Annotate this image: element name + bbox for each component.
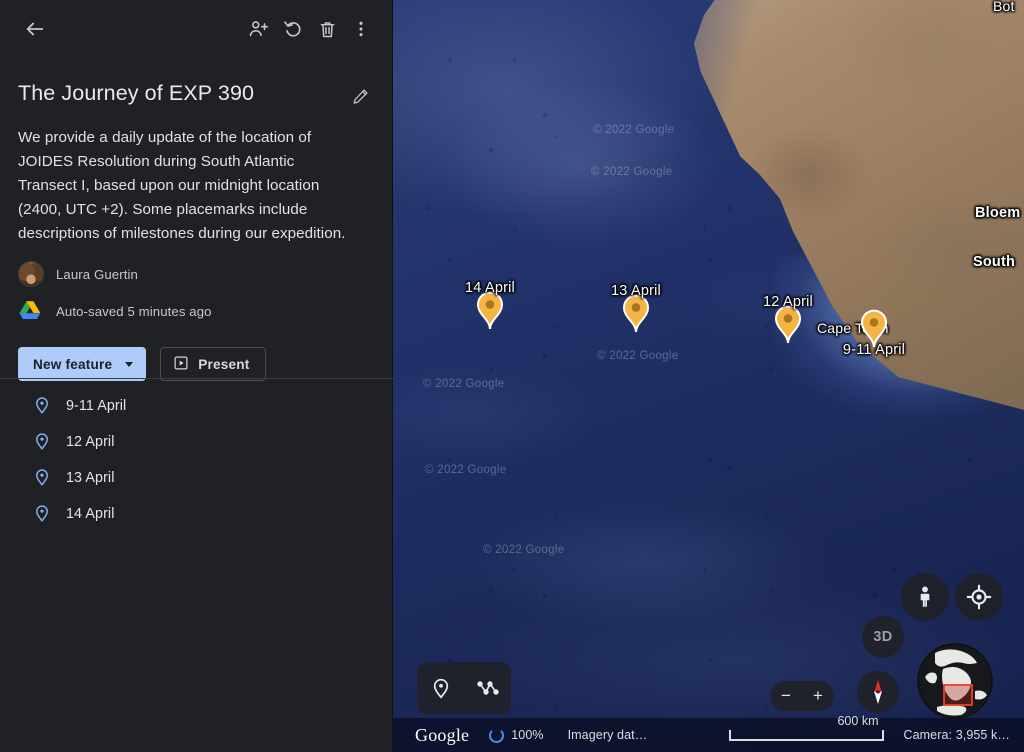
map-pin-icon	[32, 467, 54, 489]
author-row: Laura Guertin	[0, 260, 392, 288]
list-item-label: 12 April	[66, 434, 115, 450]
imagery-date-label[interactable]: Imagery dat…	[568, 728, 648, 742]
placemark-9-11-april[interactable]: 9-11 April	[843, 308, 905, 358]
avatar	[18, 261, 44, 287]
pegman-icon[interactable]	[901, 573, 949, 621]
logo-letter: g	[446, 724, 456, 745]
loading-spinner-icon	[489, 727, 505, 743]
compass-icon[interactable]	[857, 671, 899, 713]
add-placemark-icon[interactable]	[423, 670, 459, 706]
placemark-pin-icon[interactable]	[621, 293, 651, 333]
placemark-12-april[interactable]: 12 April	[763, 294, 813, 344]
scale-indicator: 600 km	[729, 714, 893, 741]
list-item[interactable]: 14 April	[0, 496, 393, 532]
logo-letter: o	[437, 724, 447, 745]
panel-divider	[0, 378, 393, 379]
placemark-label: 9-11 April	[842, 342, 906, 358]
placemark-pin-icon[interactable]	[475, 290, 505, 330]
map-draw-tools	[417, 662, 511, 714]
logo-letter: G	[415, 724, 429, 745]
zoom-in-button[interactable]: +	[804, 681, 832, 711]
view-3d-button[interactable]: 3D	[862, 616, 904, 658]
map-pin-icon	[32, 503, 54, 525]
camera-altitude-label: Camera: 3,955 k…	[903, 728, 1010, 742]
placemark-label: 12 April	[763, 294, 813, 310]
present-label: Present	[198, 356, 250, 372]
panel-toolbar	[0, 0, 392, 58]
draw-line-icon[interactable]	[470, 670, 506, 706]
new-feature-button[interactable]: New feature	[18, 347, 147, 381]
placemark-pin-icon[interactable]	[773, 304, 803, 344]
map-pin-icon	[32, 431, 54, 453]
map-pin-icon	[32, 395, 54, 417]
present-button[interactable]: Present	[160, 347, 266, 381]
list-item[interactable]: 13 April	[0, 460, 393, 496]
scale-bar: 600 km	[729, 714, 885, 741]
pencil-icon[interactable]	[346, 82, 374, 110]
list-item[interactable]: 9-11 April	[0, 388, 393, 424]
globe-minimap[interactable]	[917, 643, 993, 719]
placemark-14-april[interactable]: 14 April	[465, 280, 515, 330]
panel-actions: New feature Present	[0, 347, 392, 381]
trash-icon[interactable]	[310, 12, 344, 46]
google-logo: G o o g l e	[415, 725, 469, 746]
project-description: We provide a daily update of the locatio…	[18, 129, 346, 242]
zoom-controls: − +	[770, 681, 834, 711]
list-item-label: 9-11 April	[66, 398, 127, 414]
person-add-icon[interactable]	[242, 12, 276, 46]
placemark-13-april[interactable]: 13 April	[611, 283, 661, 333]
chevron-down-icon	[125, 361, 134, 367]
google-drive-icon	[18, 298, 44, 324]
list-item-label: 14 April	[66, 506, 115, 522]
undo-icon[interactable]	[276, 12, 310, 46]
author-name: Laura Guertin	[56, 266, 138, 282]
play-box-icon	[173, 355, 189, 374]
list-item-label: 13 April	[66, 470, 115, 486]
save-status-row: Auto-saved 5 minutes ago	[0, 297, 392, 325]
map-viewport[interactable]: © 2022 Google © 2022 Google © 2022 Googl…	[393, 0, 1024, 752]
logo-letter: e	[461, 724, 470, 745]
back-icon[interactable]	[18, 12, 52, 46]
feature-list: 9-11 April 12 April 13 April 14 April	[0, 388, 393, 532]
placemark-label: 14 April	[465, 280, 515, 296]
logo-letter: o	[428, 724, 438, 745]
page-title: The Journey of EXP 390	[18, 81, 255, 105]
my-location-icon[interactable]	[955, 573, 1003, 621]
google-earth-window: The Journey of EXP 390 We provide a dail…	[0, 0, 1024, 752]
list-item[interactable]: 12 April	[0, 424, 393, 460]
scale-label: 600 km	[837, 713, 879, 728]
new-feature-label: New feature	[33, 356, 113, 372]
project-panel: The Journey of EXP 390 We provide a dail…	[0, 0, 393, 752]
more-vert-icon[interactable]	[344, 12, 378, 46]
zoom-out-button[interactable]: −	[772, 681, 800, 711]
title-row: The Journey of EXP 390	[0, 58, 392, 110]
save-status-label: Auto-saved 5 minutes ago	[56, 303, 212, 319]
map-status-bar: G o o g l e 100% Imagery dat… 600 km Cam…	[393, 714, 1024, 752]
zoom-percent-label: 100%	[511, 728, 544, 742]
placemark-label: 13 April	[611, 283, 661, 299]
